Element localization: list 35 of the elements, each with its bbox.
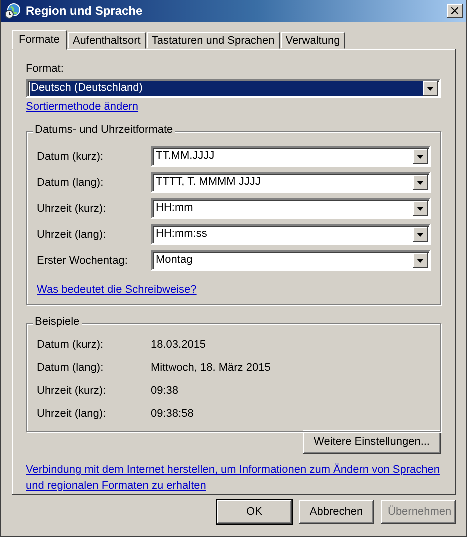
more-settings-button[interactable]: Weitere Einstellungen... [303,430,441,454]
dropdown[interactable]: TT.MM.JJJJ [151,146,431,167]
dropdown[interactable]: HH:mm:ss [151,224,431,245]
link[interactable]: Sortiermethode ändern [26,101,139,113]
label: Uhrzeit (kurz): [37,385,108,399]
dropdown[interactable]: Montag [151,250,431,271]
link[interactable]: Was bedeutet die Schreibweise? [37,284,197,296]
group-title: Beispiele [33,316,82,328]
window-title: Region und Sprache [26,4,144,18]
globe-icon [5,3,21,19]
tab[interactable]: Tastaturen und Sprachen [146,32,280,49]
group-title: Datums- und Uhrzeitformate [33,124,176,136]
field-label: Uhrzeit (lang): [37,228,108,240]
field-label: Format: [26,63,65,76]
value-text: 18.03.2015 [151,339,208,353]
dropdown[interactable]: TTTT, T. MMMM JJJJ [151,172,431,193]
dialog-button[interactable]: OK [217,500,292,524]
value-text: 09:38:58 [151,408,195,422]
field-label: Datum (kurz): [37,150,105,162]
field-label: Erster Wochentag: [37,254,129,266]
close-button[interactable]: × [447,4,463,18]
label: Uhrzeit (lang): [37,408,108,422]
value-text: 09:38 [151,385,180,399]
tab[interactable]: Formate [12,30,67,50]
dropdown[interactable]: Deutsch (Deutschland) [26,79,441,98]
tab[interactable]: Verwaltung [280,32,346,49]
label: Datum (lang): [37,362,105,376]
tab[interactable]: Aufenthaltsort [68,32,146,49]
field-label: Uhrzeit (kurz): [37,202,108,214]
field-label: Datum (lang): [37,176,105,188]
dialog-button[interactable]: Abbrechen [299,500,374,524]
dropdown[interactable]: HH:mm [151,198,431,219]
label: Datum (kurz): [37,339,105,353]
value-text: Mittwoch, 18. März 2015 [151,362,272,376]
link[interactable]: Verbindung mit dem Internet herstellen, um Informationen zum Ändern von Sprachen und regionalen Formaten zu erhalten [26,462,441,494]
